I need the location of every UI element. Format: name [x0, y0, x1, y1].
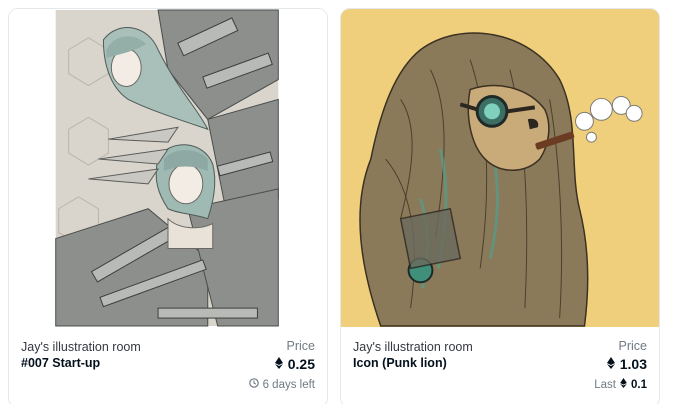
card-info: Jay's illustration room Icon (Punk lion)… — [341, 327, 659, 404]
nft-image[interactable] — [9, 9, 327, 327]
last-label: Last — [594, 378, 616, 391]
card-info: Jay's illustration room #007 Start-up Pr… — [9, 327, 327, 404]
punk-lion-artwork — [341, 9, 659, 327]
item-name[interactable]: #007 Start-up — [21, 356, 100, 370]
price: 1.03 — [606, 356, 647, 372]
nft-card[interactable]: Jay's illustration room #007 Start-up Pr… — [8, 8, 328, 404]
clock-icon — [248, 378, 259, 391]
nft-image[interactable] — [341, 9, 659, 327]
ethereum-icon — [620, 378, 627, 391]
nft-card[interactable]: Jay's illustration room Icon (Punk lion)… — [340, 8, 660, 404]
price-label: Price — [286, 339, 315, 353]
price-value: 0.25 — [287, 356, 315, 372]
last-price: Last 0.1 — [594, 378, 647, 391]
ethereum-icon — [274, 356, 283, 372]
time-left: 6 days left — [248, 378, 315, 391]
collection-name[interactable]: Jay's illustration room — [353, 340, 473, 354]
item-name[interactable]: Icon (Punk lion) — [353, 356, 447, 370]
last-price-value: 0.1 — [631, 378, 647, 391]
price-value: 1.03 — [619, 356, 647, 372]
time-left-text: 6 days left — [262, 378, 315, 391]
collection-name[interactable]: Jay's illustration room — [21, 340, 141, 354]
anime-mecha-artwork — [9, 9, 327, 327]
price: 0.25 — [274, 356, 315, 372]
ethereum-icon — [606, 356, 615, 372]
price-label: Price — [618, 339, 647, 353]
